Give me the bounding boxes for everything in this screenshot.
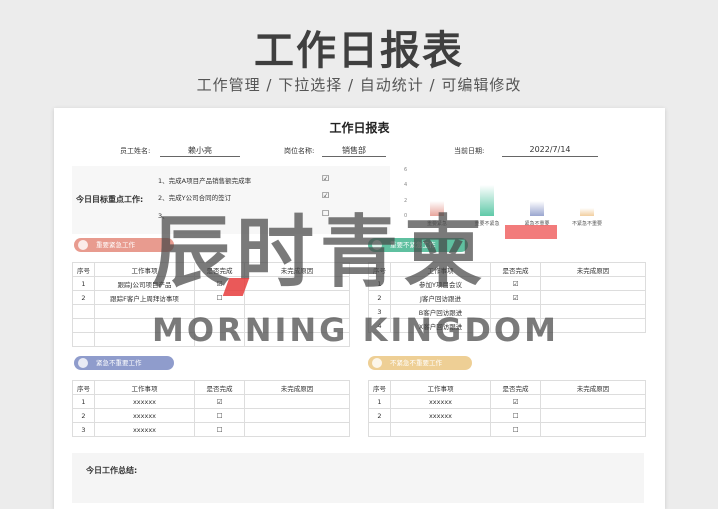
- goal-item: 2、完成Y公司合同的签订: [158, 194, 232, 202]
- goal-checkbox[interactable]: ☑: [322, 191, 329, 200]
- column-header: 未完成原因: [540, 380, 646, 395]
- column-header: 是否完成: [194, 380, 245, 395]
- column-header: 序号: [72, 262, 95, 277]
- report-sheet: 工作日报表 员工姓名: 赖小亮 岗位名称: 销售部 当前日期: 2022/7/1…: [54, 108, 665, 509]
- reason-cell[interactable]: [244, 408, 350, 423]
- row-number: 2: [72, 290, 95, 305]
- date-label: 当前日期:: [454, 147, 485, 155]
- reason-cell[interactable]: [540, 422, 646, 437]
- done-checkbox[interactable]: ☐: [490, 422, 541, 437]
- done-checkbox[interactable]: ☑: [490, 290, 541, 305]
- table-row: 1 xxxxxx ☑: [368, 394, 646, 409]
- summary-panel[interactable]: 今日工作总结:: [72, 453, 644, 503]
- reason-cell[interactable]: [244, 394, 350, 409]
- column-header: 工作事项: [390, 380, 491, 395]
- goals-label: 今日目标重点工作:: [76, 195, 144, 204]
- hero-title: 工作日报表: [254, 28, 464, 74]
- table-row: 2 xxxxxx ☐: [72, 408, 350, 423]
- table-row: 3 xxxxxx ☐: [72, 422, 350, 437]
- row-number: 1: [72, 394, 95, 409]
- reason-cell[interactable]: [540, 276, 646, 291]
- row-number: 1: [368, 394, 391, 409]
- row-number: 2: [368, 408, 391, 423]
- sheet-title: 工作日报表: [329, 121, 390, 135]
- y-tick-label: 6: [404, 167, 408, 173]
- reason-cell[interactable]: [540, 290, 646, 305]
- column-header: 未完成原因: [244, 380, 350, 395]
- position-label: 岗位名称:: [284, 147, 315, 155]
- work-item-cell[interactable]: xxxxxx: [94, 408, 195, 423]
- work-item-cell[interactable]: xxxxxx: [390, 408, 491, 423]
- chart-bar: [530, 200, 544, 216]
- section-header-not-urgent-not-important: 不紧急不重要工作: [368, 356, 472, 370]
- done-checkbox[interactable]: ☐: [194, 408, 245, 423]
- column-header: 序号: [368, 380, 391, 395]
- position-field[interactable]: 销售部: [322, 145, 386, 157]
- hero-subtitle: 工作管理 / 下拉选择 / 自动统计 / 可编辑修改: [196, 76, 522, 94]
- done-checkbox[interactable]: ☐: [490, 408, 541, 423]
- y-tick-label: 2: [404, 197, 408, 204]
- section-icon: [372, 358, 382, 368]
- goal-item: 1、完成A项目产品销售额完成率: [158, 177, 252, 185]
- work-item-cell[interactable]: xxxxxx: [390, 394, 491, 409]
- table-row: ☐: [368, 422, 646, 437]
- table-not-urgent-not-important: 序号 工作事项 是否完成 未完成原因 1 xxxxxx ☑ 2 xxxxxx ☐ ☐: [368, 380, 646, 437]
- column-header: 是否完成: [490, 380, 541, 395]
- column-header: 工作事项: [94, 380, 195, 395]
- table-header-row: 序号 工作事项 是否完成 未完成原因: [368, 380, 646, 395]
- table-header-row: 序号 工作事项 是否完成 未完成原因: [72, 380, 350, 395]
- table-row: 2 xxxxxx ☐: [368, 408, 646, 423]
- reason-cell[interactable]: [540, 394, 646, 409]
- work-item-cell[interactable]: [390, 422, 491, 437]
- row-number: [72, 318, 95, 333]
- info-row: 员工姓名: 赖小亮 岗位名称: 销售部 当前日期: 2022/7/14: [54, 144, 665, 158]
- column-header: 未完成原因: [540, 262, 646, 277]
- section-icon: [78, 358, 88, 368]
- employee-field[interactable]: 赖小亮: [160, 145, 240, 157]
- reason-cell[interactable]: [540, 408, 646, 423]
- column-header: 是否完成: [490, 262, 541, 277]
- chart-bar: [580, 208, 594, 216]
- row-number: [368, 422, 391, 437]
- row-number: 1: [72, 276, 95, 291]
- watermark-text: MORNING KINGDOM: [152, 311, 559, 349]
- work-item-cell[interactable]: xxxxxx: [94, 394, 195, 409]
- row-number: [72, 304, 95, 319]
- reason-cell[interactable]: [244, 422, 350, 437]
- y-tick-label: 4: [404, 182, 408, 189]
- section-header-urgent-not-important: 紧急不重要工作: [74, 356, 174, 370]
- employee-label: 员工姓名:: [120, 147, 151, 155]
- watermark-accent: [505, 225, 557, 239]
- date-field[interactable]: 2022/7/14: [502, 145, 598, 157]
- row-number: 2: [72, 408, 95, 423]
- done-checkbox[interactable]: ☑: [490, 276, 541, 291]
- goal-checkbox[interactable]: ☑: [322, 174, 329, 183]
- row-number: 3: [72, 422, 95, 437]
- work-item-cell[interactable]: xxxxxx: [94, 422, 195, 437]
- section-icon: [78, 240, 88, 250]
- column-header: 序号: [72, 380, 95, 395]
- done-checkbox[interactable]: ☐: [194, 422, 245, 437]
- table-row: 1 xxxxxx ☑: [72, 394, 350, 409]
- x-category-label: 不紧急不重要: [571, 221, 602, 227]
- done-checkbox[interactable]: ☑: [490, 394, 541, 409]
- summary-label: 今日工作总结:: [86, 466, 138, 475]
- done-checkbox[interactable]: ☑: [194, 394, 245, 409]
- watermark-logo: 辰时青柬: [152, 208, 489, 298]
- table-urgent-not-important: 序号 工作事项 是否完成 未完成原因 1 xxxxxx ☑ 2 xxxxxx ☐ 3 xxxxxx ☐: [72, 380, 350, 437]
- row-number: [72, 332, 95, 347]
